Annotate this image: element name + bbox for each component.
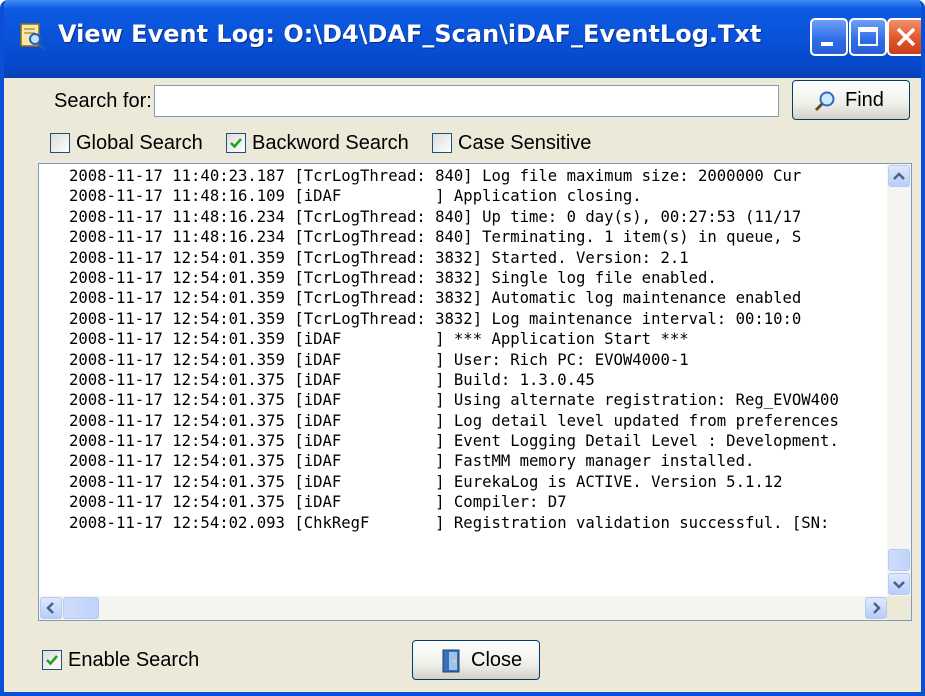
chevron-down-icon [893,581,905,589]
global-search-label: Global Search [76,132,203,154]
chevron-up-icon [893,172,905,180]
global-search-checkbox[interactable] [50,133,70,153]
log-line[interactable]: 2008-11-17 11:48:16.234 [TcrLogThread: 8… [69,227,887,247]
magnifier-icon [814,91,835,112]
log-line[interactable]: 2008-11-17 12:54:01.359 [iDAF ] User: Ri… [69,350,887,370]
log-line[interactable]: 2008-11-17 12:54:01.375 [iDAF ] Build: 1… [69,370,887,390]
log-lines: 2008-11-17 11:40:23.187 [TcrLogThread: 8… [69,166,887,586]
scroll-down-button[interactable] [888,573,910,595]
log-line[interactable]: 2008-11-17 12:54:01.359 [TcrLogThread: 3… [69,309,887,329]
scroll-left-button[interactable] [40,597,62,619]
log-line[interactable]: 2008-11-17 12:54:01.375 [iDAF ] Event Lo… [69,431,887,451]
window-title: View Event Log: O:\D4\DAF_Scan\iDAF_Even… [58,20,762,48]
log-line[interactable]: 2008-11-17 12:54:01.375 [iDAF ] EurekaLo… [69,472,887,492]
door-exit-icon [442,649,460,673]
enable-search-label: Enable Search [68,649,200,671]
app-icon [20,23,46,50]
log-line[interactable]: 2008-11-17 12:54:01.359 [TcrLogThread: 3… [69,268,887,288]
log-line[interactable]: 2008-11-17 12:54:01.359 [TcrLogThread: 3… [69,288,887,308]
vertical-scrollbar[interactable] [887,164,911,598]
log-line[interactable]: 2008-11-17 12:54:01.375 [iDAF ] Compiler… [69,492,887,512]
close-label: Close [471,649,523,671]
case-sensitive-checkbox[interactable] [432,133,452,153]
minimize-button[interactable] [810,18,848,56]
checkmark-icon [230,138,242,149]
search-input[interactable] [154,85,779,117]
scroll-right-button[interactable] [865,597,887,619]
checkmark-icon [46,655,58,666]
case-sensitive-label: Case Sensitive [458,132,592,154]
log-line[interactable]: 2008-11-17 12:54:01.359 [iDAF ] *** Appl… [69,329,887,349]
log-line[interactable]: 2008-11-17 12:54:01.375 [iDAF ] FastMM m… [69,451,887,471]
event-log-window: View Event Log: O:\D4\DAF_Scan\iDAF_Even… [0,0,925,696]
search-label: Search for: [54,90,152,112]
vertical-scroll-thumb[interactable] [888,549,910,571]
close-window-button[interactable] [887,18,921,56]
log-line[interactable]: 2008-11-17 11:48:16.109 [iDAF ] Applicat… [69,186,887,206]
log-line[interactable]: 2008-11-17 12:54:02.093 [ChkRegF ] Regis… [69,513,887,533]
horizontal-scrollbar[interactable] [39,596,889,620]
title-bar[interactable]: View Event Log: O:\D4\DAF_Scan\iDAF_Even… [4,0,921,78]
enable-search-checkbox[interactable] [42,650,62,670]
close-icon [896,27,916,47]
chevron-left-icon [46,602,54,614]
find-button[interactable]: Find [792,80,910,120]
log-line[interactable]: 2008-11-17 12:54:01.359 [TcrLogThread: 3… [69,248,887,268]
log-line[interactable]: 2008-11-17 11:40:23.187 [TcrLogThread: 8… [69,166,887,186]
minimize-icon [821,42,833,46]
log-line[interactable]: 2008-11-17 12:54:01.375 [iDAF ] Log deta… [69,411,887,431]
maximize-icon [858,27,878,46]
event-log-list[interactable]: 2008-11-17 11:40:23.187 [TcrLogThread: 8… [38,163,912,621]
backword-search-label: Backword Search [252,132,409,154]
backword-search-checkbox[interactable] [226,133,246,153]
log-line[interactable]: 2008-11-17 11:48:16.234 [TcrLogThread: 8… [69,207,887,227]
chevron-right-icon [873,602,881,614]
horizontal-scroll-thumb[interactable] [63,597,99,619]
close-button[interactable]: Close [412,640,540,680]
scroll-up-button[interactable] [888,165,910,187]
log-line[interactable]: 2008-11-17 12:54:01.375 [iDAF ] Using al… [69,390,887,410]
find-label: Find [845,89,884,111]
maximize-button[interactable] [849,18,887,56]
scrollbar-corner [887,596,911,620]
